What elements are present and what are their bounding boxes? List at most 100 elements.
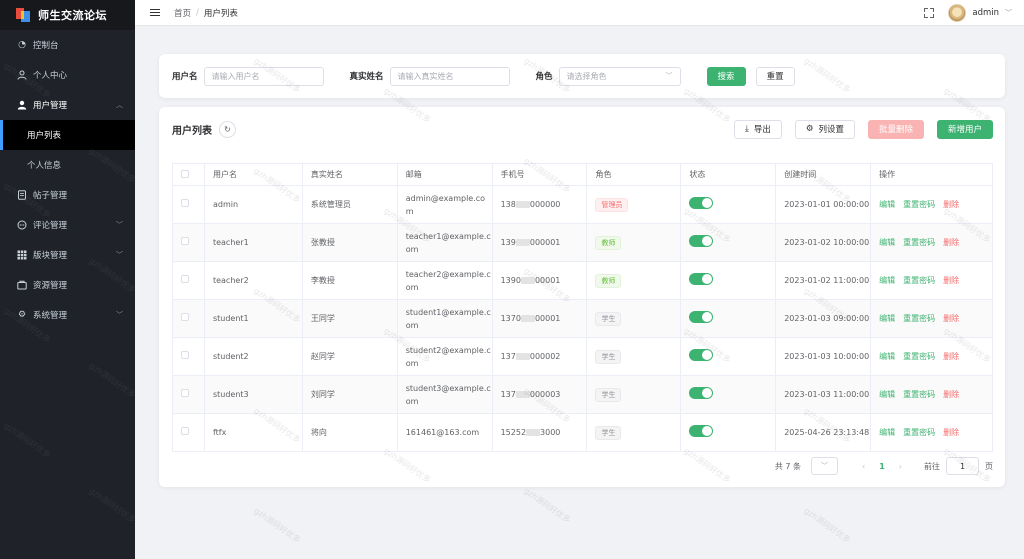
column-header[interactable]: 状态 xyxy=(680,163,777,186)
column-header[interactable]: 创建时间 xyxy=(775,163,872,186)
pagination-current-page[interactable]: 1 xyxy=(879,462,885,471)
sidebar-item-user-management[interactable]: 用户管理 ︿ xyxy=(0,90,135,120)
prev-page-icon[interactable]: ‹ xyxy=(862,462,865,471)
sidebar-subitem-personal-info[interactable]: 个人信息 xyxy=(0,150,135,180)
select-all-checkbox[interactable] xyxy=(172,163,205,186)
search-button[interactable]: 搜索 xyxy=(706,66,746,86)
column-header[interactable]: 真实姓名 xyxy=(302,163,398,186)
cell-email: student2@example.com xyxy=(397,337,493,376)
cell-status xyxy=(680,337,777,376)
menu-toggle-icon[interactable] xyxy=(150,8,160,17)
reset-password-link[interactable]: 重置密码 xyxy=(903,200,935,209)
status-toggle[interactable] xyxy=(689,196,714,209)
avatar[interactable] xyxy=(948,3,967,22)
delete-link[interactable]: 删除 xyxy=(943,314,959,323)
masked-digits xyxy=(526,429,541,436)
edit-link[interactable]: 编辑 xyxy=(879,314,895,323)
reset-password-link[interactable]: 重置密码 xyxy=(903,238,935,247)
edit-link[interactable]: 编辑 xyxy=(879,200,895,209)
add-user-button[interactable]: 新增用户 xyxy=(936,119,993,139)
export-button[interactable]: ⤓ 导出 xyxy=(734,119,782,139)
cell-phone: 137 000002 xyxy=(492,337,588,376)
goto-label: 前往 xyxy=(924,461,940,471)
status-toggle[interactable] xyxy=(689,272,714,285)
header-username[interactable]: admin xyxy=(972,8,999,18)
reset-password-link[interactable]: 重置密码 xyxy=(903,428,935,437)
sidebar-item-post-management[interactable]: 帖子管理 xyxy=(0,180,135,210)
delete-link[interactable]: 删除 xyxy=(943,352,959,361)
status-toggle[interactable] xyxy=(689,348,714,361)
reset-password-link[interactable]: 重置密码 xyxy=(903,352,935,361)
table-toolbar: 用户列表 ↻ ⤓ 导出 ⚙ 列设置 批量删除 新增用户 xyxy=(172,119,993,139)
role-label: 角色 xyxy=(535,72,553,82)
delete-link[interactable]: 删除 xyxy=(943,238,959,247)
status-toggle[interactable] xyxy=(689,386,714,399)
status-toggle[interactable] xyxy=(689,310,714,323)
column-header[interactable]: 用户名 xyxy=(204,163,303,186)
cell-username: teacher1 xyxy=(204,223,303,262)
fullscreen-icon[interactable] xyxy=(924,7,935,18)
phone-suffix: 00001 xyxy=(534,314,561,323)
reset-password-link[interactable]: 重置密码 xyxy=(903,276,935,285)
watermark-text: gzh源码好优多 xyxy=(522,486,573,525)
breadcrumb-home[interactable]: 首页 xyxy=(174,7,191,19)
delete-link[interactable]: 删除 xyxy=(943,276,959,285)
phone-prefix: 1370 xyxy=(500,314,521,323)
edit-link[interactable]: 编辑 xyxy=(879,238,895,247)
status-toggle[interactable] xyxy=(689,234,714,247)
realname-search-input[interactable]: 请输入真实姓名 xyxy=(389,66,510,86)
delete-link[interactable]: 删除 xyxy=(943,390,959,399)
row-checkbox[interactable] xyxy=(172,413,205,452)
refresh-icon[interactable]: ↻ xyxy=(219,120,236,138)
edit-link[interactable]: 编辑 xyxy=(879,352,895,361)
cell-status xyxy=(680,375,777,414)
row-checkbox[interactable] xyxy=(172,299,205,338)
column-header[interactable]: 角色 xyxy=(586,163,682,186)
sidebar-subitem-user-list[interactable]: 用户列表 xyxy=(0,120,135,150)
sidebar-item-dashboard[interactable]: ◔ 控制台 xyxy=(0,30,135,60)
edit-link[interactable]: 编辑 xyxy=(879,276,895,285)
chevron-down-icon[interactable]: ﹀ xyxy=(1005,8,1012,18)
status-toggle[interactable] xyxy=(689,424,714,437)
row-checkbox[interactable] xyxy=(172,185,205,224)
grid-icon xyxy=(17,250,27,260)
realname-label: 真实姓名 xyxy=(349,72,384,82)
username-search-input[interactable]: 请输入用户名 xyxy=(203,66,324,86)
sidebar-subitem-label: 用户列表 xyxy=(27,131,62,141)
row-checkbox[interactable] xyxy=(172,261,205,300)
table-row: student2 赵同学 student2@example.com 137 000002… xyxy=(172,337,993,376)
sidebar-item-section-management[interactable]: 版块管理 ﹀ xyxy=(0,240,135,270)
page-size-select[interactable]: ﹀ xyxy=(811,457,839,475)
row-checkbox[interactable] xyxy=(172,337,205,376)
row-checkbox[interactable] xyxy=(172,375,205,414)
next-page-icon[interactable]: › xyxy=(899,462,902,471)
delete-link[interactable]: 删除 xyxy=(943,428,959,437)
sidebar-item-system-management[interactable]: ⚙ 系统管理 ﹀ xyxy=(0,300,135,330)
batch-delete-button[interactable]: 批量删除 xyxy=(867,119,924,139)
role-tag: 管理员 xyxy=(595,197,629,212)
cell-phone: 1370 00001 xyxy=(492,299,588,338)
edit-link[interactable]: 编辑 xyxy=(879,428,895,437)
sidebar-item-resource-management[interactable]: 资源管理 xyxy=(0,270,135,300)
app-logo: 师生交流论坛 xyxy=(0,0,135,30)
edit-link[interactable]: 编辑 xyxy=(879,390,895,399)
watermark-text: gzh源码好优多 xyxy=(252,506,303,545)
watermark-text: gzh源码好优多 xyxy=(802,506,853,545)
row-checkbox[interactable] xyxy=(172,223,205,262)
column-header[interactable]: 操作 xyxy=(870,163,993,186)
column-settings-button[interactable]: ⚙ 列设置 xyxy=(794,119,855,139)
breadcrumb: 首页 / 用户列表 xyxy=(174,7,238,19)
column-header[interactable]: 手机号 xyxy=(492,163,588,186)
role-select[interactable]: 请选择角色 ﹀ xyxy=(558,66,681,86)
reset-button[interactable]: 重置 xyxy=(755,66,795,86)
column-header[interactable]: 邮箱 xyxy=(397,163,493,186)
cell-email: student3@example.com xyxy=(397,375,493,414)
cell-role: 教师 xyxy=(586,223,682,262)
role-tag: 教师 xyxy=(595,235,622,250)
sidebar-item-comment-management[interactable]: 评论管理 ﹀ xyxy=(0,210,135,240)
delete-link[interactable]: 删除 xyxy=(943,200,959,209)
goto-page-input[interactable]: 1 xyxy=(946,457,979,475)
reset-password-link[interactable]: 重置密码 xyxy=(903,314,935,323)
sidebar-item-personal-center[interactable]: 个人中心 xyxy=(0,60,135,90)
reset-password-link[interactable]: 重置密码 xyxy=(903,390,935,399)
